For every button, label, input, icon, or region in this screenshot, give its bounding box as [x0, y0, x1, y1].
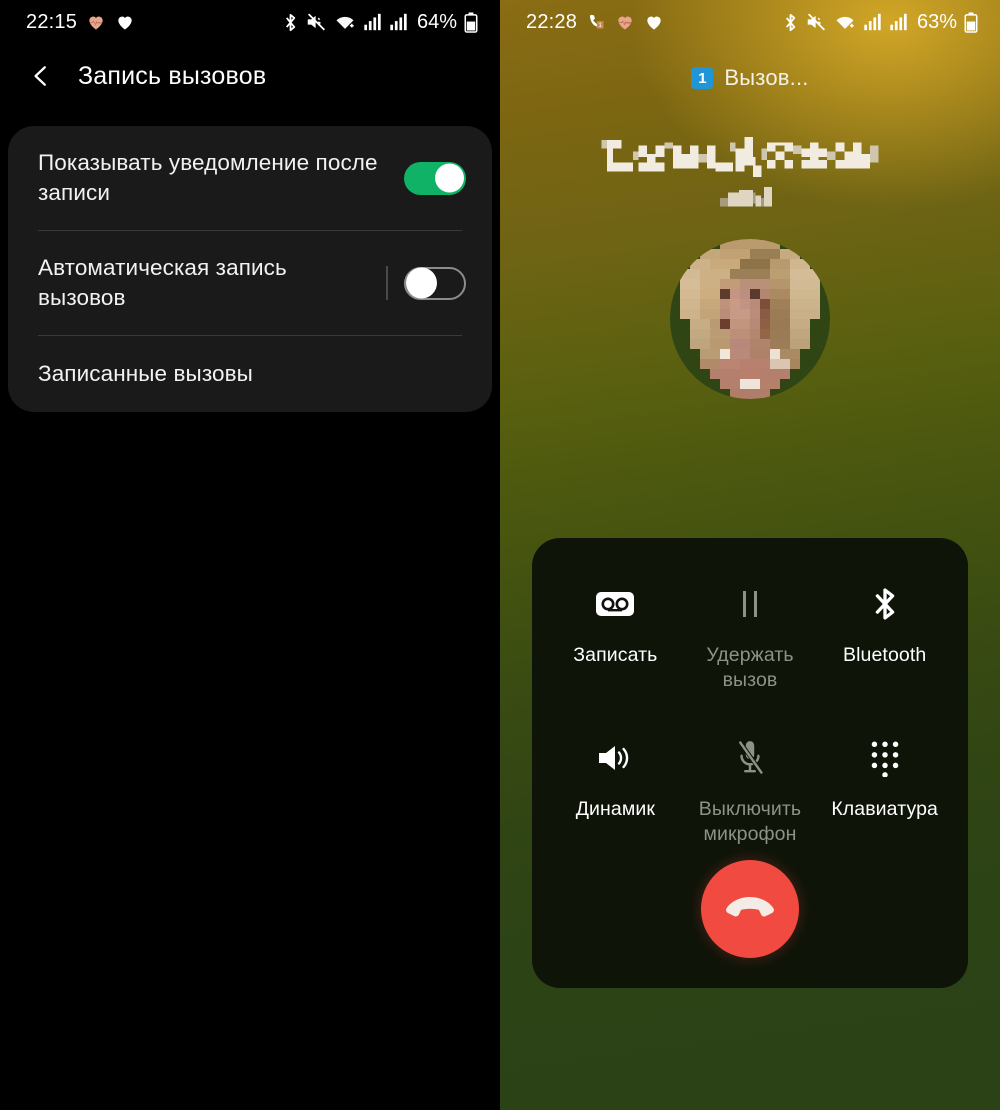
- setting-row-show-notification[interactable]: Показывать уведомление после записи: [8, 126, 492, 230]
- signal-sim2-icon: [889, 12, 908, 32]
- control-label: Записать: [573, 644, 658, 666]
- control-label: Удержать вызов: [706, 644, 794, 691]
- avatar: [670, 239, 830, 399]
- end-call-handset-icon: [723, 893, 777, 926]
- setting-row-auto-record[interactable]: Автоматическая запись вызовов: [8, 231, 492, 335]
- end-call-row: [532, 860, 968, 958]
- right-screen-active-call: 22:28 1 63% 1 Вызов... Записать Удержать…: [500, 0, 1000, 1110]
- status-bar-left-cluster: 22:15: [26, 11, 135, 34]
- toggle-knob: [435, 163, 464, 193]
- page-title: Запись вызовов: [78, 61, 267, 90]
- status-time: 22:28: [526, 10, 578, 33]
- call-badge-icon: 1: [586, 12, 606, 32]
- call-status-text: Вызов...: [724, 65, 809, 90]
- settings-card: Показывать уведомление после записи Авто…: [8, 126, 492, 412]
- svg-text:1: 1: [598, 22, 602, 29]
- bluetooth-icon: [870, 578, 900, 630]
- setting-label: Показывать уведомление после записи: [38, 150, 378, 205]
- heart-rate-icon: [86, 12, 106, 32]
- auto-record-toggle[interactable]: [404, 266, 466, 300]
- signal-sim1-icon: [863, 12, 882, 32]
- end-call-button[interactable]: [701, 860, 799, 958]
- setting-label: Записанные вызовы: [38, 361, 253, 386]
- heart-icon: [115, 12, 135, 32]
- control-mute-microphone[interactable]: Выключить микрофон: [683, 732, 818, 878]
- battery-icon: [464, 11, 478, 33]
- battery-percent: 63%: [916, 10, 957, 33]
- control-label: Bluetooth: [843, 644, 927, 666]
- contact-subtitle-redacted: [719, 187, 772, 207]
- call-status-row: 1 Вызов...: [500, 65, 1000, 91]
- dialpad-icon: [867, 732, 903, 784]
- wifi-icon: [334, 12, 356, 32]
- control-label: Клавиатура: [831, 798, 938, 820]
- sound-muted-icon: [306, 12, 327, 32]
- sim-badge: 1: [691, 67, 714, 89]
- call-controls-grid: Записать Удержать вызов Bluetooth Динами…: [532, 538, 968, 878]
- control-bluetooth[interactable]: Bluetooth: [817, 578, 952, 724]
- sound-muted-icon: [806, 12, 827, 32]
- control-record[interactable]: Записать: [548, 578, 683, 724]
- microphone-muted-icon: [733, 732, 767, 784]
- control-hold-call[interactable]: Удержать вызов: [683, 578, 818, 724]
- status-bar-right-cluster: 64%: [282, 11, 478, 34]
- auto-record-toggle-wrap: [386, 266, 466, 300]
- battery-percent: 64%: [416, 10, 457, 33]
- signal-sim1-icon: [363, 12, 382, 32]
- left-status-bar: 22:15 64%: [0, 0, 500, 44]
- control-label: Динамик: [575, 798, 655, 820]
- speaker-icon: [595, 732, 635, 784]
- avatar-photo-pixelated: [670, 239, 830, 399]
- signal-sim2-icon: [389, 12, 408, 32]
- screenshot-pair: 22:15 64% Запись вызовов Показывать увед…: [0, 0, 1000, 1110]
- right-status-bar: 22:28 1 63%: [500, 0, 1000, 44]
- pause-hold-icon: [733, 578, 767, 630]
- toggle-separator: [386, 266, 388, 300]
- control-label: Выключить микрофон: [698, 798, 802, 845]
- back-chevron-icon[interactable]: [28, 63, 54, 89]
- heart-rate-icon: [615, 12, 635, 32]
- control-keypad[interactable]: Клавиатура: [817, 732, 952, 878]
- wifi-icon: [834, 12, 856, 32]
- left-screen-call-recording-settings: 22:15 64% Запись вызовов Показывать увед…: [0, 0, 500, 1110]
- battery-icon: [964, 11, 978, 33]
- bluetooth-icon: [282, 12, 299, 33]
- contact-name-redacted: [601, 137, 879, 177]
- toggle-knob: [406, 267, 437, 299]
- nav-bar: Запись вызовов: [0, 44, 500, 108]
- control-speaker[interactable]: Динамик: [548, 732, 683, 878]
- call-controls-panel: Записать Удержать вызов Bluetooth Динами…: [532, 538, 968, 988]
- setting-label: Автоматическая запись вызовов: [38, 255, 287, 310]
- status-bar-left-cluster: 22:28 1: [526, 11, 664, 34]
- setting-row-recorded-calls[interactable]: Записанные вызовы: [8, 336, 492, 412]
- show-notification-toggle[interactable]: [404, 161, 466, 195]
- voicemail-record-icon: [595, 578, 635, 630]
- status-time: 22:15: [26, 10, 78, 33]
- heart-icon: [644, 12, 664, 32]
- status-bar-right-cluster: 63%: [782, 11, 978, 34]
- bluetooth-icon: [782, 12, 799, 33]
